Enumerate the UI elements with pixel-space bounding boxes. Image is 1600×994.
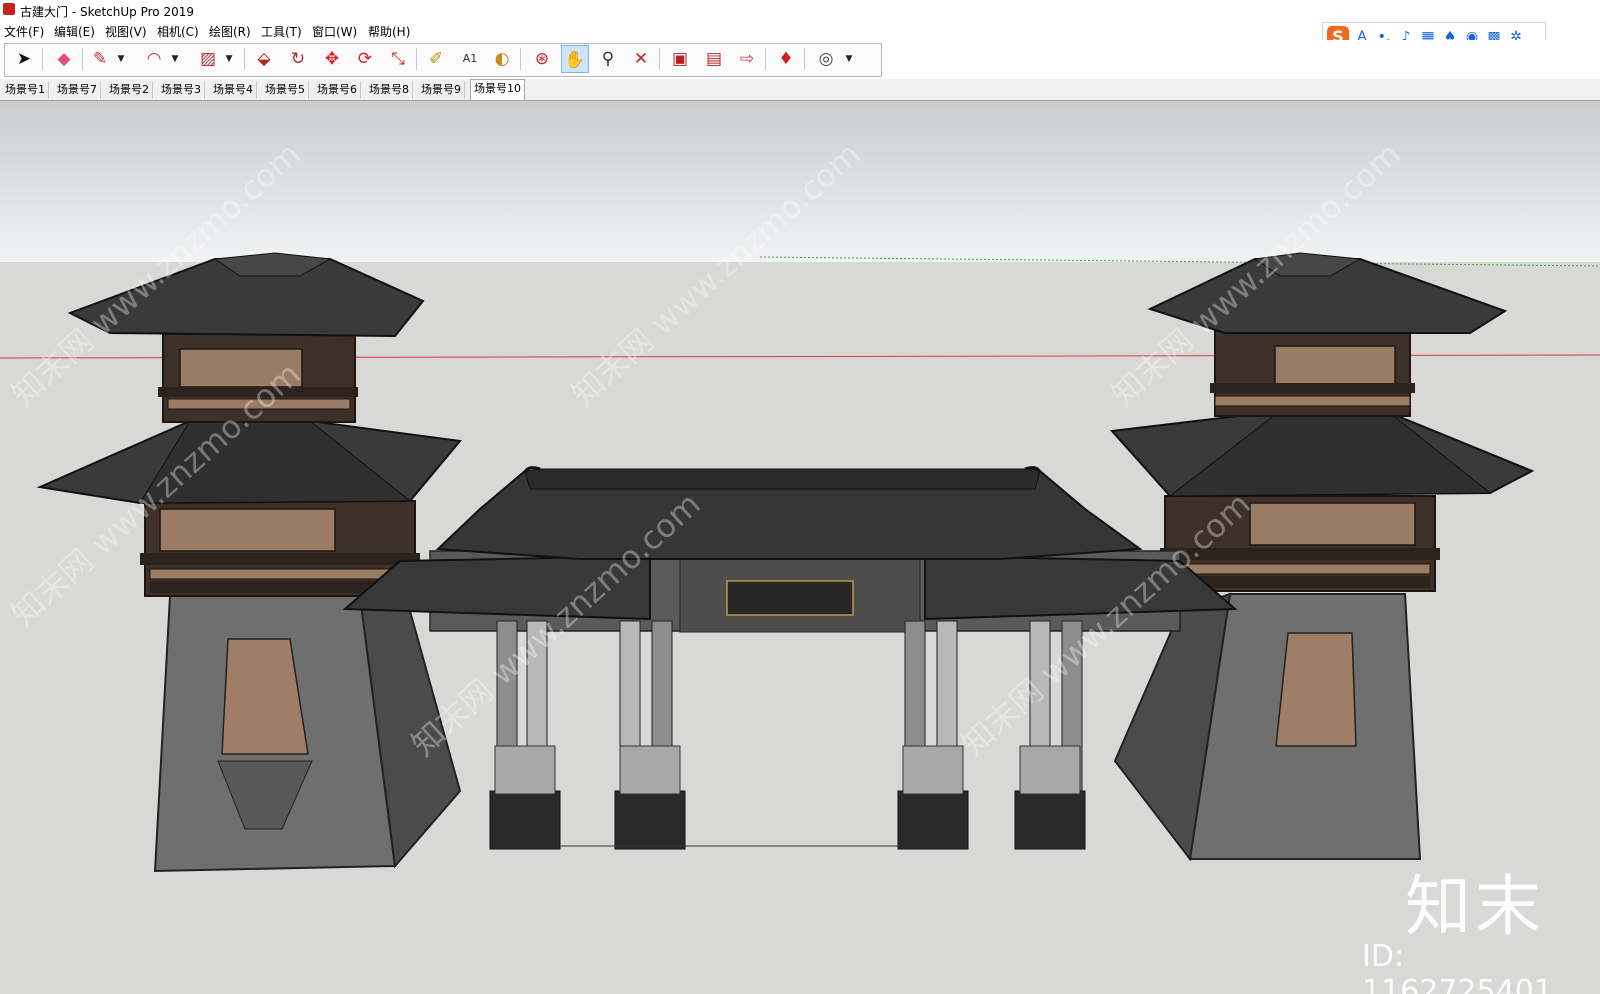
menu-window[interactable]: 窗口(W)	[312, 23, 357, 40]
green-axis	[759, 256, 1600, 267]
scene-tab[interactable]: 场景号3	[158, 81, 205, 99]
toolbar-separator	[416, 48, 417, 70]
toolbar-separator	[520, 48, 521, 70]
extension-warehouse-icon[interactable]: ▤	[700, 45, 728, 73]
select-tool-icon[interactable]: ➤	[10, 45, 38, 73]
window-title: 古建大门 - SketchUp Pro 2019	[20, 5, 194, 19]
paint-bucket-tool-icon[interactable]: ◐	[488, 45, 516, 73]
text-tool-icon[interactable]: A1	[456, 45, 484, 73]
ruby-console-icon[interactable]: ♦	[772, 45, 800, 73]
account-icon[interactable]: ◎	[812, 45, 840, 73]
menu-edit[interactable]: 编辑(E)	[54, 23, 95, 40]
3d-viewport[interactable]: 知末网 www.znzmo.com 知末网 www.znzmo.com 知末网 …	[0, 101, 1600, 994]
toolbar-separator	[659, 48, 660, 70]
offset-tool-icon[interactable]: ↻	[284, 45, 312, 73]
send-to-layout-icon[interactable]: ⇨	[733, 45, 761, 73]
rectangle-tool-icon[interactable]: ▨	[194, 45, 222, 73]
menu-file[interactable]: 文件(F)	[4, 23, 44, 40]
menu-tools[interactable]: 工具(T)	[261, 23, 302, 40]
arc-dropdown-icon[interactable]: ▼	[170, 46, 180, 72]
menu-camera[interactable]: 相机(C)	[157, 23, 199, 40]
pencil-dropdown-icon[interactable]: ▼	[116, 46, 126, 72]
model-render	[0, 252, 1600, 873]
toolbar-separator	[82, 48, 83, 70]
scene-tab[interactable]: 场景号8	[366, 81, 413, 99]
menu-help[interactable]: 帮助(H)	[368, 23, 410, 40]
pan-tool-icon[interactable]: ✋	[561, 45, 589, 73]
brand-watermark: 知末	[1405, 868, 1545, 945]
title-bar: 古建大门 - SketchUp Pro 2019	[0, 0, 1600, 20]
move-tool-icon[interactable]: ✥	[318, 45, 346, 73]
scene-tab[interactable]: 场景号4	[210, 81, 257, 99]
sketchup-app-icon	[3, 3, 15, 15]
scene-tab[interactable]: 场景号2	[106, 81, 153, 99]
central-archway	[342, 466, 1238, 850]
eraser-tool-icon[interactable]: ◆	[50, 45, 78, 73]
scene-tab[interactable]: 场景号6	[314, 81, 361, 99]
scene-tabs: 场景号1 场景号7 场景号2 场景号3 场景号4 场景号5 场景号6 场景号8 …	[0, 79, 1600, 101]
push-pull-tool-icon[interactable]: ⬙	[250, 45, 278, 73]
toolbar-separator	[244, 48, 245, 70]
tape-measure-tool-icon[interactable]: ✐	[422, 45, 450, 73]
menu-view[interactable]: 视图(V)	[105, 23, 147, 40]
account-dropdown-icon[interactable]: ▼	[844, 46, 854, 72]
scene-tab[interactable]: 场景号7	[54, 81, 101, 99]
pencil-tool-icon[interactable]: ✎	[86, 45, 114, 73]
scene-tab[interactable]: 场景号9	[418, 81, 465, 99]
rectangle-dropdown-icon[interactable]: ▼	[224, 46, 234, 72]
toolbar-separator	[765, 48, 766, 70]
scale-tool-icon[interactable]: ⤡	[384, 45, 412, 73]
arc-tool-icon[interactable]: ◠	[140, 45, 168, 73]
rotate-tool-icon[interactable]: ⟳	[351, 45, 379, 73]
menu-draw[interactable]: 绘图(R)	[209, 23, 251, 40]
main-toolbar: ➤ ◆ ✎ ▼ ◠ ▼ ▨ ▼ ⬙ ↻ ✥ ⟳ ⤡ ✐ A1 ◐ ⊛ ✋ ⚲ ✕…	[0, 40, 1600, 78]
id-watermark: ID: 1162725401	[1362, 939, 1553, 994]
zoom-tool-icon[interactable]: ⚲	[594, 45, 622, 73]
toolbar-separator	[42, 48, 43, 70]
zoom-extents-tool-icon[interactable]: ✕	[627, 45, 655, 73]
orbit-tool-icon[interactable]: ⊛	[528, 45, 556, 73]
scene-tab[interactable]: 场景号5	[262, 81, 309, 99]
3d-warehouse-icon[interactable]: ▣	[666, 45, 694, 73]
scene-tab-active[interactable]: 场景号10	[470, 79, 525, 100]
toolbar-separator	[804, 48, 805, 70]
scene-tab[interactable]: 场景号1	[2, 81, 49, 99]
